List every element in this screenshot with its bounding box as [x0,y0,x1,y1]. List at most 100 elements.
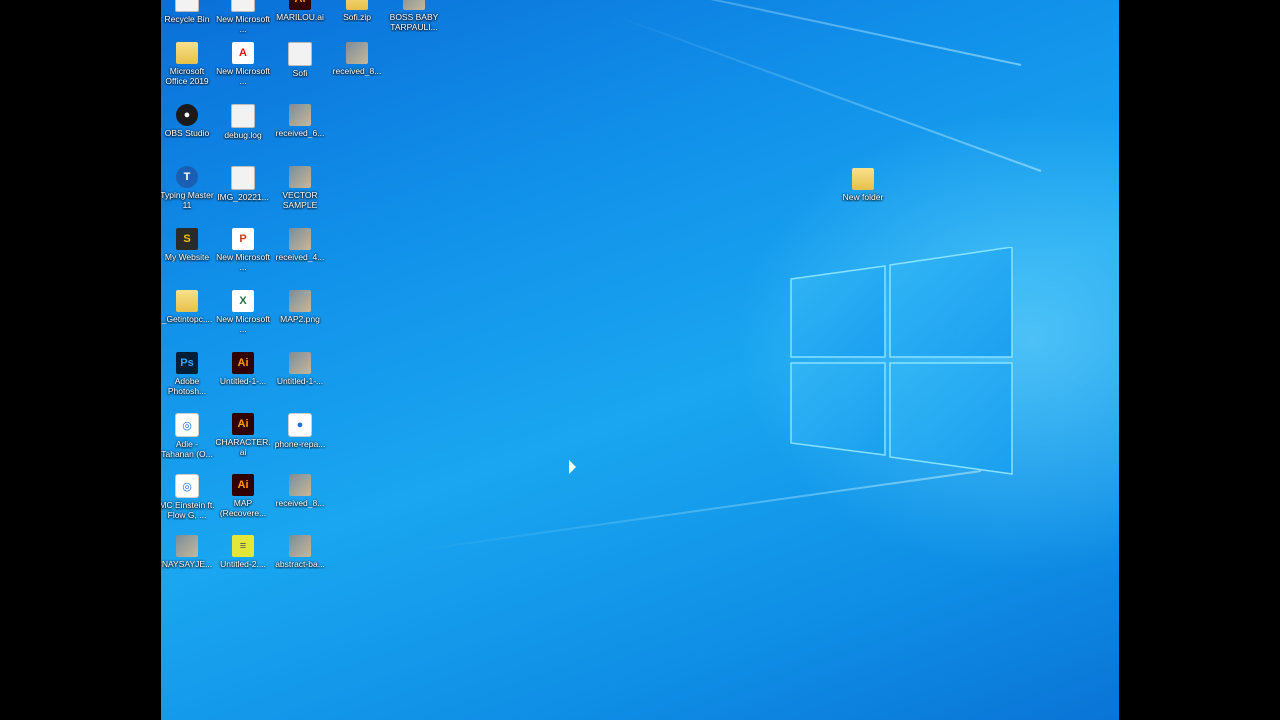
desktop-icon[interactable]: NAYSAYJE... [161,535,215,569]
desktop-icon[interactable]: Microsoft Office 2019 [161,42,215,86]
desktop-icon[interactable]: Untitled-1-... [272,352,328,386]
xls-file-icon: X [232,290,254,312]
desktop-icon-label: MAP2.png [280,314,320,324]
desktop-icon[interactable]: New Microsoft ... [215,0,271,34]
ai-file-icon: Ai [232,474,254,496]
img-file-icon [289,104,311,126]
desktop-icon[interactable]: debug.log [215,104,271,140]
desktop-icon[interactable]: received_8... [272,474,328,508]
desktop-icon[interactable]: ≡ Untitled-2.... [215,535,271,569]
desktop-icon-label: received_8... [275,498,325,508]
light-beam [406,470,982,553]
desktop-icon-label: received_4... [275,252,325,262]
desktop-icon-label: CHARACTER.ai [215,437,271,457]
desktop-icon[interactable]: S My Website [161,228,215,262]
desktop-icon-label: abstract-ba... [275,559,325,569]
desktop-icon-label: MAP (Recovere... [219,498,267,518]
desktop-icon[interactable]: Ai Untitled-1-... [215,352,271,386]
ps-file-icon: Ps [176,352,198,374]
circ-file-icon: ◎ [175,474,199,498]
desktop-icon[interactable]: Ai MARILOU.ai [272,0,328,22]
logo-pane-top-right [889,247,1013,358]
logo-pane-bottom-right [889,362,1013,475]
logo-pane-top-left [790,265,886,358]
desktop-icon-label: _Getintopc.... [161,314,213,324]
desktop-icon-label: MC Einstein ft. Flow G, ... [161,500,215,520]
folder-file-icon [176,42,198,64]
ai-file-icon: Ai [289,0,311,10]
light-beam [375,0,1022,66]
yellow-file-icon: ≡ [232,535,254,557]
desktop-icon[interactable]: MAP2.png [272,290,328,324]
desktop-icon[interactable]: ◎ MC Einstein ft. Flow G, ... [161,474,215,520]
img-file-icon [289,290,311,312]
desktop-icon[interactable]: IMG_20221... [215,166,271,202]
ppt-file-icon: P [232,228,254,250]
desktop-icon[interactable]: ● OBS Studio [161,104,215,138]
img-file-icon [176,535,198,557]
desktop-icon[interactable]: Sofi [272,42,328,78]
desktop-icon[interactable]: abstract-ba... [272,535,328,569]
desktop-icon[interactable]: ◎ Adie - Tahanan (O... [161,413,215,459]
folder-file-icon [176,290,198,312]
desktop-icon-label: BOSS BABY TARPAULI... [389,12,439,32]
desktop-icon-label: received_8... [332,66,382,76]
desktop-icon[interactable]: Ai MAP (Recovere... [215,474,271,518]
img-file-icon [346,42,368,64]
desktop-icon[interactable]: Recycle Bin [161,0,215,24]
desktop-icon-label: Untitled-1-... [219,376,267,386]
desktop-icon[interactable]: BOSS BABY TARPAULI... [386,0,442,32]
desktop-icon[interactable]: VECTOR SAMPLE [272,166,328,210]
desktop-icon[interactable]: P New Microsoft ... [215,228,271,272]
desktop-icon[interactable]: Ps Adobe Photosh... [161,352,215,396]
desktop-icon-label: VECTOR SAMPLE [282,190,318,210]
desktop-icon-label: Adobe Photosh... [167,376,207,396]
folder-icon [852,168,874,190]
img-file-icon [289,535,311,557]
mouse-cursor-icon [569,460,576,474]
desktop-icon[interactable]: _Getintopc.... [161,290,215,324]
desktop-icon-label: New Microsoft ... [216,314,270,334]
desktop-icon-label: New Microsoft ... [216,14,270,34]
desktop-icon[interactable]: ● phone-repa... [272,413,328,449]
desktop-icon-label: NAYSAYJE... [161,559,213,569]
desktop-icon-label: phone-repa... [274,439,326,449]
pdf-file-icon: A [232,42,254,64]
desktop-icon-label: New folder [842,192,884,202]
desktop-icon[interactable]: X New Microsoft ... [215,290,271,334]
desktop-icon-new-folder[interactable]: New folder [835,168,891,202]
desktop-icon-label: MARILOU.ai [276,12,324,22]
desktop-icon[interactable]: received_8... [329,42,385,76]
desktop-icon-label: Recycle Bin [164,14,210,24]
desktop-icon[interactable]: received_4... [272,228,328,262]
img-file-icon [289,474,311,496]
folder-file-icon [346,0,368,10]
desktop-icon[interactable]: received_6... [272,104,328,138]
desktop-icon-label: Sofi [292,68,308,78]
web-file-icon: S [176,228,198,250]
desktop-icon-label: Untitled-2.... [220,559,266,569]
doc-file-icon [288,42,312,66]
desktop-icon[interactable]: A New Microsoft ... [215,42,271,86]
typ-file-icon: T [176,166,198,188]
desktop-icon-label: New Microsoft ... [216,66,270,86]
desktop-icon[interactable]: T Typing Master 11 [161,166,215,210]
img-file-icon [289,166,311,188]
obs-file-icon: ● [176,104,198,126]
doc-file-icon [231,104,255,128]
img-file-icon [289,228,311,250]
windows-logo [790,247,1013,475]
ai-file-icon: Ai [232,413,254,435]
doc-file-icon [231,166,255,190]
circ-file-icon: ● [288,413,312,437]
desktop-icon[interactable]: Sofi.zip [329,0,385,22]
circ-file-icon: ◎ [175,413,199,437]
logo-pane-bottom-left [790,362,886,456]
desktop-icon-label: OBS Studio [164,128,210,138]
desktop-icon-label: Microsoft Office 2019 [165,66,209,86]
desktop-icon[interactable]: Ai CHARACTER.ai [215,413,271,457]
desktop-icon-label: Untitled-1-... [276,376,324,386]
desktop-wallpaper[interactable]: Recycle Bin New Microsoft ... Ai MARILOU.ai… [161,0,1119,720]
img-file-icon [289,352,311,374]
ai-file-icon: Ai [232,352,254,374]
